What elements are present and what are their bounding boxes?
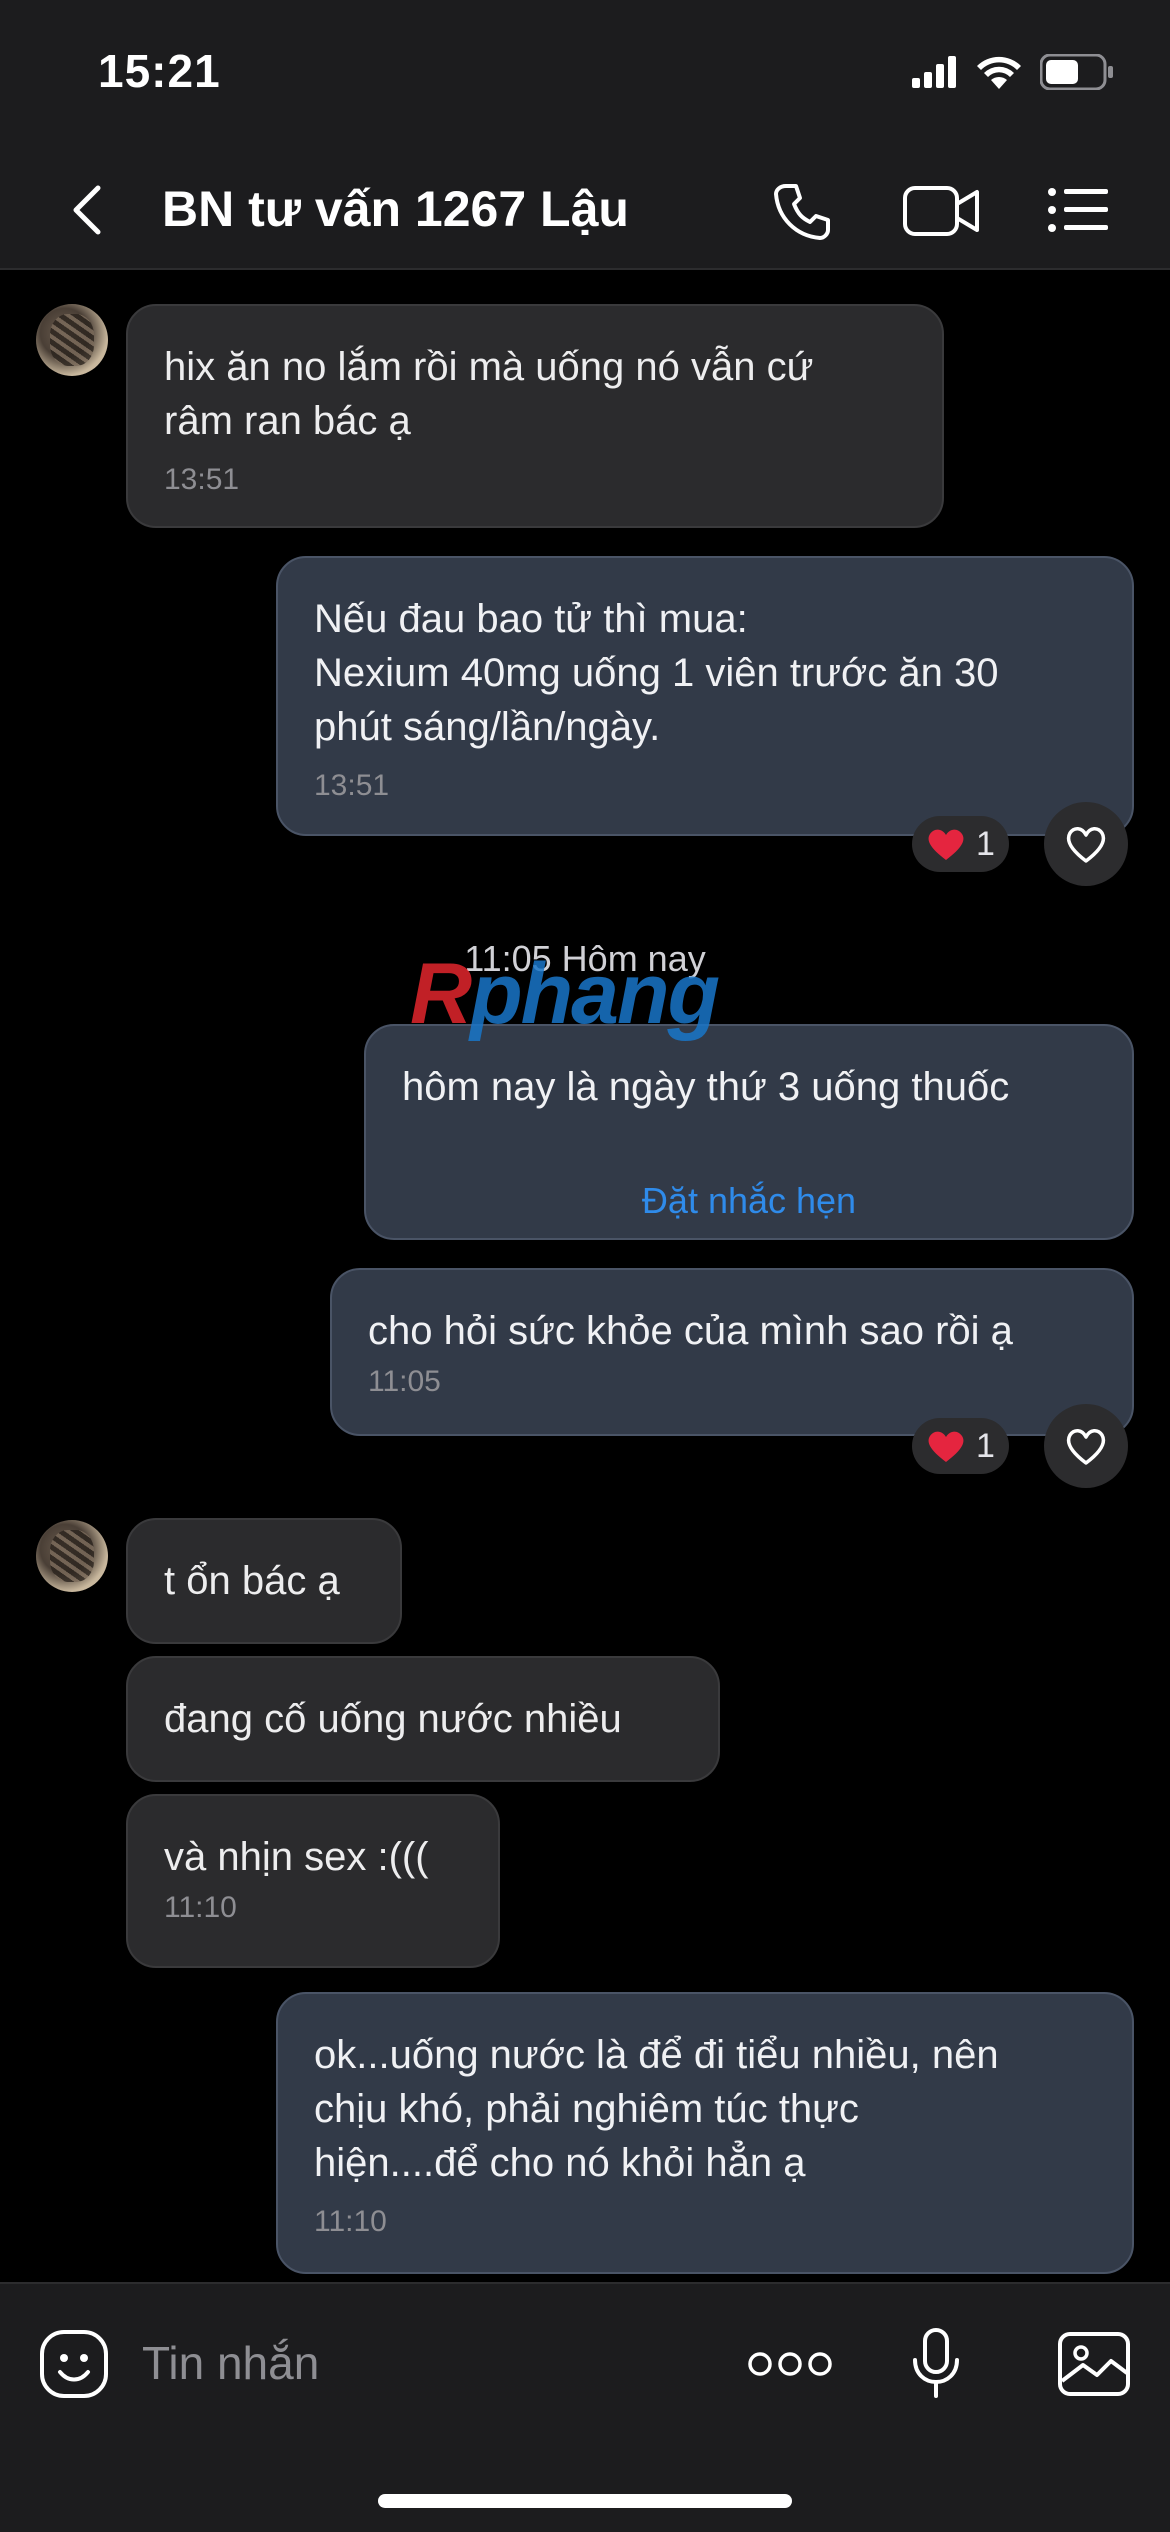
video-call-button[interactable] xyxy=(902,180,982,240)
heart-icon xyxy=(928,829,964,860)
home-indicator[interactable] xyxy=(378,2494,792,2508)
message-time: 11:10 xyxy=(164,1891,237,1924)
image-icon xyxy=(1058,2332,1130,2396)
reaction-count: 1 xyxy=(976,824,995,863)
message-bubble-outgoing[interactable]: cho hỏi sức khỏe của mình sao rồi ạ 11:0… xyxy=(330,1268,1134,1436)
conversation-title[interactable]: BN tư vấn 1267 Lậu xyxy=(162,180,629,238)
back-button[interactable] xyxy=(60,180,120,240)
set-reminder-link[interactable]: Đặt nhắc hẹn xyxy=(366,1174,1132,1228)
message-bubble-outgoing[interactable]: Nếu đau bao tử thì mua: Nexium 40mg uống… xyxy=(276,556,1134,836)
microphone-icon xyxy=(913,2328,959,2398)
message-text: và nhịn sex :((( xyxy=(164,1835,429,1879)
heart-outline-icon xyxy=(1066,1429,1106,1465)
sticker-icon xyxy=(40,2330,108,2398)
image-button[interactable] xyxy=(1056,2324,1132,2404)
more-button[interactable] xyxy=(748,2324,832,2404)
avatar[interactable] xyxy=(36,304,108,376)
message-text: đang cố uống nước nhiều xyxy=(164,1697,622,1741)
menu-list-icon xyxy=(1048,188,1108,232)
sticker-button[interactable] xyxy=(36,2324,112,2404)
message-time: 13:51 xyxy=(164,463,240,496)
message-time: 11:10 xyxy=(314,2205,387,2238)
message-input-bar: Tin nhắn xyxy=(0,2282,1170,2532)
call-button[interactable] xyxy=(770,180,840,240)
avatar[interactable] xyxy=(36,1520,108,1592)
message-bubble-outgoing[interactable]: ok...uống nước là để đi tiểu nhiều, nên … xyxy=(276,1992,1134,2274)
status-bar: 15:21 xyxy=(0,0,1170,150)
message-time: 13:51 xyxy=(314,769,390,802)
status-time: 15:21 xyxy=(98,45,221,97)
message-text: ok...uống nước là để đi tiểu nhiều, nên … xyxy=(314,2033,999,2185)
back-arrow-icon xyxy=(73,185,101,235)
status-icons xyxy=(912,54,1114,90)
phone-icon xyxy=(774,184,830,240)
video-icon xyxy=(903,186,979,236)
message-bubble-incoming[interactable]: t ổn bác ạ xyxy=(126,1518,402,1644)
more-icon xyxy=(748,2352,832,2376)
battery-icon xyxy=(1040,54,1113,90)
message-text: hôm nay là ngày thứ 3 uống thuốc xyxy=(402,1065,1010,1109)
menu-button[interactable] xyxy=(1046,180,1116,240)
message-text: cho hỏi sức khỏe của mình sao rồi ạ xyxy=(368,1309,1013,1353)
message-bubble-incoming[interactable]: và nhịn sex :((( 11:10 xyxy=(126,1794,500,1968)
message-text: t ổn bác ạ xyxy=(164,1559,340,1603)
heart-outline-icon xyxy=(1066,827,1106,863)
signal-icon xyxy=(912,56,956,88)
message-bubble-outgoing[interactable]: hôm nay là ngày thứ 3 uống thuốc Đặt nhắ… xyxy=(364,1024,1134,1240)
watermark-logo: Rphang xyxy=(410,946,720,1042)
voice-button[interactable] xyxy=(906,2324,966,2404)
reaction-badge[interactable]: 1 xyxy=(912,816,1009,872)
message-bubble-incoming[interactable]: hix ăn no lắm rồi mà uống nó vẫn cứ râm … xyxy=(126,304,944,528)
message-time: 11:05 xyxy=(368,1365,441,1398)
reaction-badge[interactable]: 1 xyxy=(912,1418,1009,1474)
message-input[interactable]: Tin nhắn xyxy=(142,2336,319,2390)
message-bubble-incoming[interactable]: đang cố uống nước nhiều xyxy=(126,1656,720,1782)
wifi-icon xyxy=(977,56,1021,89)
chat-header: BN tư vấn 1267 Lậu xyxy=(0,150,1170,270)
heart-icon xyxy=(928,1431,964,1462)
message-list[interactable]: hix ăn no lắm rồi mà uống nó vẫn cứ râm … xyxy=(0,272,1170,2282)
message-text: Nếu đau bao tử thì mua: Nexium 40mg uống… xyxy=(314,597,999,749)
message-text: hix ăn no lắm rồi mà uống nó vẫn cứ râm … xyxy=(164,345,814,443)
reaction-count: 1 xyxy=(976,1426,995,1465)
like-button[interactable] xyxy=(1044,802,1128,886)
like-button[interactable] xyxy=(1044,1404,1128,1488)
